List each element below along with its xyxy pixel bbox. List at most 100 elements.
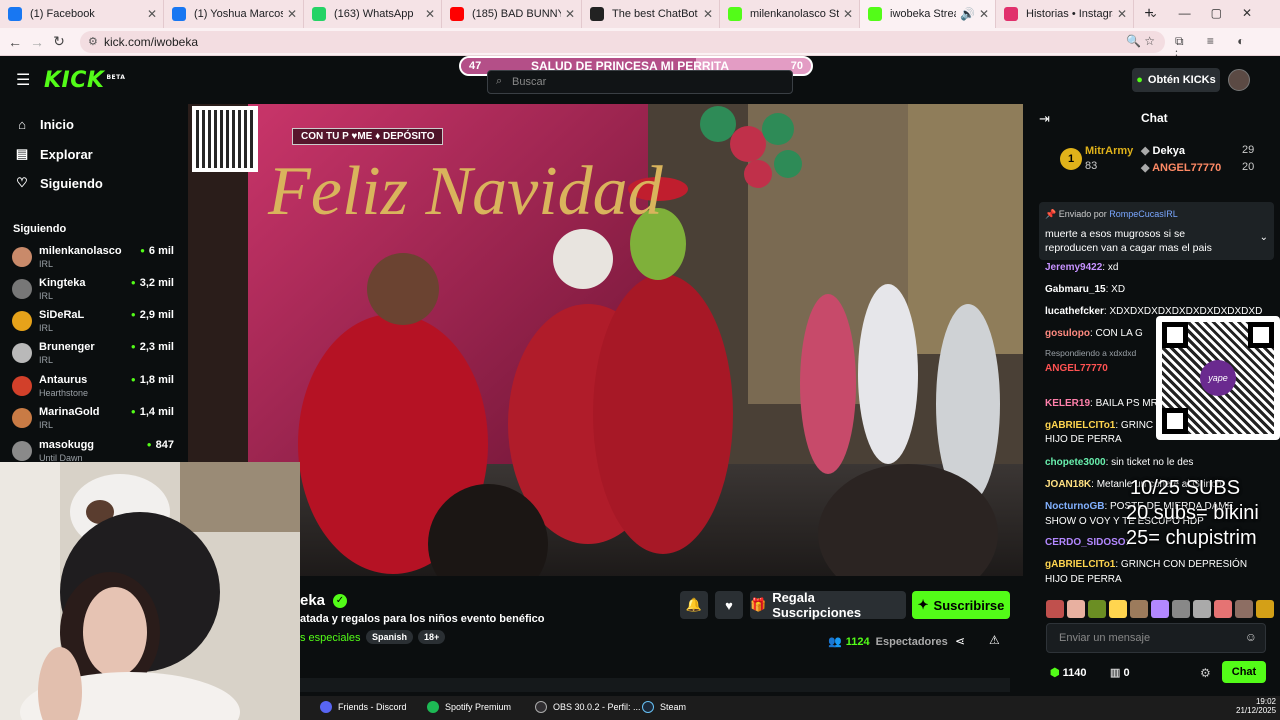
emote-icon[interactable] [1256, 600, 1274, 618]
pinned-message[interactable]: 📌 Enviado por RompeCucasIRL muerte a eso… [1039, 202, 1274, 260]
emote-bar[interactable] [1046, 600, 1276, 618]
close-tab-icon[interactable]: ✕ [843, 7, 853, 21]
browser-tab-bar: (1) Facebook✕ (1) Yoshua Marcos CA | Fa✕… [0, 0, 1280, 28]
nav-following[interactable]: ♡ Siguiendo [14, 175, 103, 191]
heart-icon: ♡ [16, 175, 28, 190]
chevron-down-icon[interactable]: ⌄ [1260, 232, 1268, 243]
following-channel[interactable]: BrunengerIRL2,3 mil [12, 341, 180, 371]
chat-message: chopete3000: sin ticket no le des [1045, 457, 1194, 468]
leaderboard-user[interactable]: ◆ Dekya [1141, 144, 1185, 157]
close-tab-icon[interactable]: ✕ [287, 7, 297, 21]
following-channel[interactable]: milenkanolascoIRL6 mil [12, 245, 180, 275]
share-icon[interactable]: ⋖ [955, 634, 965, 648]
gem-icon: ◆ [1141, 145, 1153, 157]
qr-finder-pattern [1248, 322, 1274, 348]
follow-heart-icon[interactable]: ♥ [715, 591, 743, 619]
search-input[interactable]: ⌕ Buscar [487, 70, 793, 94]
notification-bell-icon[interactable]: 🔔 [680, 591, 708, 619]
send-chat-button[interactable]: Chat [1222, 661, 1266, 683]
following-channel[interactable]: KingtekaIRL3,2 mil [12, 277, 180, 307]
emote-icon[interactable] [1109, 600, 1127, 618]
close-tab-icon[interactable]: ✕ [147, 7, 157, 21]
following-channel[interactable]: SiDeRaLIRL2,9 mil [12, 309, 180, 339]
nav-home[interactable]: ⌂ Inicio [14, 117, 74, 132]
chatbot-icon [590, 7, 604, 21]
get-kicks-button[interactable]: ● Obtén KICKs [1132, 68, 1220, 92]
forward-icon[interactable]: → [26, 34, 48, 50]
emote-icon[interactable] [1151, 600, 1169, 618]
close-tab-icon[interactable]: ✕ [425, 7, 435, 21]
window-controls[interactable]: ⌄—▢✕ [1149, 6, 1272, 20]
leaderboard-user[interactable]: ◆ ANGEL77770 [1141, 161, 1221, 174]
avatar [12, 311, 32, 331]
stream-title: atada y regalos para los niños evento be… [300, 613, 545, 625]
taskbar-item[interactable]: Steam [642, 698, 686, 716]
stream-category[interactable]: s especiales [300, 632, 361, 644]
emote-icon[interactable] [1088, 600, 1106, 618]
emote-icon[interactable] [1046, 600, 1064, 618]
pinned-header: 📌 Enviado por RompeCucasIRL [1045, 209, 1178, 219]
zoom-and-bookmark-icons[interactable]: 🔍 ☆ [1126, 34, 1155, 48]
close-tab-icon[interactable]: ✕ [565, 7, 575, 21]
kick-logo[interactable]: KICK BETA [44, 68, 125, 93]
audio-icon[interactable]: 🔊 [960, 7, 975, 21]
menu-icon[interactable]: ☰ [16, 70, 30, 90]
close-tab-icon[interactable]: ✕ [979, 7, 989, 21]
browser-tab-active[interactable]: iwobeka Stream - Wa🔊✕ [860, 0, 996, 28]
gift-subs-button[interactable]: 🎁 Regala Suscripciones [750, 590, 906, 620]
url-bar[interactable]: ⚙ kick.com/iwobeka 🔍 ☆ [80, 31, 1165, 53]
report-icon[interactable]: ⚠ [989, 633, 1000, 647]
tag-language[interactable]: Spanish [366, 630, 414, 644]
browser-tab[interactable]: (185) BAD BUNNY - CALL✕ [442, 0, 582, 28]
channel-points[interactable]: ⬢ 1140 [1050, 666, 1087, 679]
qr-finder-pattern [1162, 322, 1188, 348]
emote-icon[interactable] [1130, 600, 1148, 618]
following-title: Siguiendo [13, 223, 67, 235]
chat-input[interactable]: Enviar un mensaje ☺ [1046, 623, 1266, 653]
back-icon[interactable]: ← [4, 34, 26, 50]
following-channel[interactable]: MarinaGoldIRL1,4 mil [12, 406, 180, 436]
browser-tab[interactable]: milenkanolasco Stream -✕ [720, 0, 860, 28]
emote-icon[interactable] [1067, 600, 1085, 618]
close-tab-icon[interactable]: ✕ [1117, 7, 1127, 21]
chat-settings-icon[interactable]: ⚙ [1200, 666, 1211, 680]
video-player[interactable]: Feliz Navidad CON TU P ♥ME ♦ DEPÓSITO [188, 104, 1023, 576]
yape-qr-icon: yape [1156, 316, 1280, 440]
channel-name[interactable]: eka [300, 592, 325, 609]
chat-message-wrap: HIJO DE PERRA [1045, 574, 1122, 585]
taskbar-item[interactable]: Friends - Discord [320, 698, 407, 716]
taskbar-item[interactable]: OBS 30.0.2 - Perfil: ... [535, 698, 641, 716]
following-channel[interactable]: AntaurusHearthstone1,8 mil [12, 374, 180, 404]
close-tab-icon[interactable]: ✕ [703, 7, 713, 21]
chat-message: gABRIELCITo1: GRINCH CON DEPRESIÓN [1045, 559, 1248, 570]
clock[interactable]: 19:02 21/12/2025 [1236, 697, 1276, 715]
reload-icon[interactable]: ↻ [48, 33, 70, 50]
webcam-overlay [0, 462, 300, 720]
browser-tab[interactable]: Historias • Instagram✕ [996, 0, 1134, 28]
video-frame: Feliz Navidad [188, 104, 1023, 576]
emote-icon[interactable] [1193, 600, 1211, 618]
facebook-icon [8, 7, 22, 21]
tag-age[interactable]: 18+ [418, 630, 446, 644]
instagram-icon [1004, 7, 1018, 21]
emote-icon[interactable] [1214, 600, 1232, 618]
emote-icon[interactable] [1235, 600, 1253, 618]
webcam-frame [0, 462, 300, 720]
steam-icon [642, 701, 654, 713]
collapse-chat-icon[interactable]: ⇥ [1039, 111, 1050, 127]
drops-counter[interactable]: ▥ 0 [1110, 666, 1130, 679]
taskbar-item[interactable]: Spotify Premium [427, 698, 511, 716]
avatar [12, 247, 32, 267]
browser-tab[interactable]: The best ChatBot and Wi✕ [582, 0, 720, 28]
nav-browse[interactable]: ▤ Explorar [14, 146, 93, 162]
browser-tab[interactable]: (163) WhatsApp ✕ [304, 0, 442, 28]
leaderboard-user[interactable]: MitrArmy [1085, 145, 1133, 157]
qr-code-icon [192, 106, 258, 172]
browser-tab[interactable]: (1) Facebook ✕ [0, 0, 164, 28]
user-avatar[interactable] [1228, 69, 1250, 91]
site-info-icon[interactable]: ⚙ [88, 35, 98, 48]
emoji-icon[interactable]: ☺ [1245, 630, 1257, 644]
emote-icon[interactable] [1172, 600, 1190, 618]
browser-tab[interactable]: (1) Yoshua Marcos CA | Fa✕ [164, 0, 304, 28]
subscribe-button[interactable]: ✦ Suscribirse [912, 591, 1010, 619]
